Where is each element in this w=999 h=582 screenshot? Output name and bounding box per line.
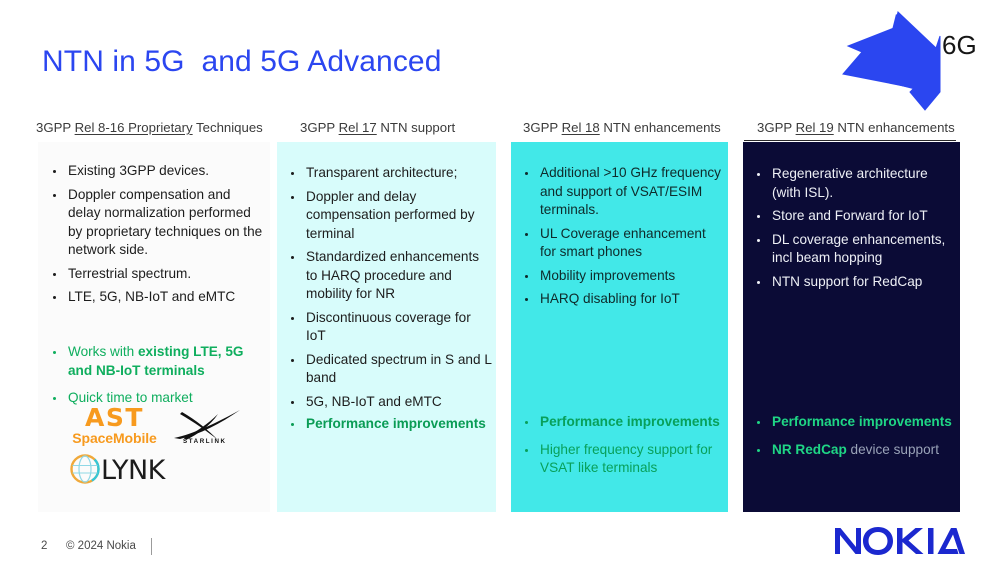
list-item: NTN support for RedCap: [751, 273, 955, 292]
highlight-list-rel17: Performance improvements: [285, 415, 493, 443]
list-item: Regenerative architecture (with ISL).: [751, 165, 955, 202]
highlight-bold: NR RedCap: [772, 441, 847, 457]
list-item: Transparent architecture;: [285, 164, 493, 183]
bullet-list-rel19: Regenerative architecture (with ISL). Sto…: [751, 165, 955, 296]
list-item: UL Coverage enhancement for smart phones: [519, 225, 725, 262]
highlight-list-rel18: Performance improvements Higher frequency…: [519, 413, 725, 487]
footer-page-number: 2: [41, 540, 48, 552]
footer-copyright: © 2024 Nokia: [66, 540, 136, 552]
starlink-logo: STARLINK: [170, 408, 245, 452]
highlight-list-item: Works with existing LTE, 5G and NB-IoT t…: [47, 343, 265, 380]
lynk-globe-icon: [70, 454, 100, 484]
bullets: Additional >10 GHz frequency and support…: [519, 164, 725, 309]
highlights: Works with existing LTE, 5G and NB-IoT t…: [47, 343, 265, 408]
highlights: Performance improvements: [285, 415, 493, 434]
list-item: 5G, NB-IoT and eMTC: [285, 393, 493, 412]
bullets: Transparent architecture; Doppler and del…: [285, 164, 493, 411]
starlink-wordmark: STARLINK: [183, 438, 227, 445]
6g-arrow-label: 6G: [942, 30, 977, 60]
highlight-list-rel19: Performance improvements NR RedCap device…: [751, 413, 955, 468]
highlights: Performance improvements Higher frequency…: [519, 413, 725, 478]
6g-arrow-icon: [842, 11, 941, 111]
header-underlined-part: Rel 17: [338, 120, 377, 135]
list-item: Doppler compensation and delay normaliza…: [47, 186, 265, 260]
ast-wordmark: AST: [85, 403, 144, 432]
bullet-list-rel18: Additional >10 GHz frequency and support…: [519, 164, 725, 314]
highlight-bold: Performance improvements: [772, 414, 952, 429]
column-header-rel19: 3GPP Rel 19 NTN enhancements: [757, 120, 955, 135]
list-item: Dedicated spectrum in S and L band: [285, 351, 493, 388]
highlights: Performance improvements NR RedCap device…: [751, 413, 955, 459]
highlight-list-item: Performance improvements: [519, 413, 725, 432]
6g-arrow-group: 6G: [828, 2, 999, 122]
list-item: DL coverage enhancements, incl beam hopp…: [751, 231, 955, 268]
list-item: HARQ disabling for IoT: [519, 290, 725, 309]
list-item: Existing 3GPP devices.: [47, 162, 265, 181]
bullet-list-rel17: Transparent architecture; Doppler and del…: [285, 164, 493, 416]
highlight-list-item: Higher frequency support for VSAT like t…: [519, 441, 725, 478]
column-header-rel18: 3GPP Rel 18 NTN enhancements: [523, 120, 721, 135]
header-underlined-part: Rel 8-16 Proprietary: [74, 120, 193, 135]
highlight-lead: Works with: [68, 344, 138, 359]
highlight-lead: Higher frequency support for VSAT like t…: [540, 441, 713, 476]
header-underlined-part: Rel 18: [561, 120, 600, 135]
bullet-list-rel8-16: Existing 3GPP devices. Doppler compensati…: [47, 162, 265, 312]
column-header-rel17: 3GPP Rel 17 NTN support: [300, 120, 456, 135]
ast-spacemobile-logo: AST SpaceMobile: [62, 403, 167, 446]
bullets: Regenerative architecture (with ISL). Sto…: [751, 165, 955, 291]
list-item: Standardized enhancements to HARQ proced…: [285, 248, 493, 304]
partner-logos: AST SpaceMobile STARLINK LYNK: [52, 404, 242, 504]
header-underlined-part: Rel 19: [795, 120, 834, 135]
ast-subwordmark: SpaceMobile: [72, 430, 157, 446]
highlight-bold: Performance improvements: [540, 414, 720, 429]
list-item: Store and Forward for IoT: [751, 207, 955, 226]
highlight-list-item: Performance improvements: [285, 415, 493, 434]
list-item: Terrestrial spectrum.: [47, 265, 265, 284]
lynk-wordmark: LYNK: [101, 455, 165, 486]
column-header-rel8-16: 3GPP Rel 8-16 Proprietary Techniques: [36, 120, 263, 135]
highlight-list-item: NR RedCap device support: [751, 441, 955, 460]
list-item: Doppler and delay compensation performed…: [285, 188, 493, 244]
highlight-tail: device support: [846, 441, 939, 457]
list-item: Discontinuous coverage for IoT: [285, 309, 493, 346]
lynk-logo: LYNK: [68, 452, 178, 492]
footer-divider: [151, 538, 152, 555]
highlight-bold: Performance improvements: [306, 416, 486, 431]
list-item: Additional >10 GHz frequency and support…: [519, 164, 725, 220]
list-item: Mobility improvements: [519, 267, 725, 286]
bullets: Existing 3GPP devices. Doppler compensati…: [47, 162, 265, 307]
list-item: LTE, 5G, NB-IoT and eMTC: [47, 288, 265, 307]
page-title: NTN in 5G and 5G Advanced: [42, 45, 442, 78]
column-header-rule: [744, 140, 956, 141]
highlight-list-item: Performance improvements: [751, 413, 955, 432]
nokia-logo: [835, 527, 965, 555]
